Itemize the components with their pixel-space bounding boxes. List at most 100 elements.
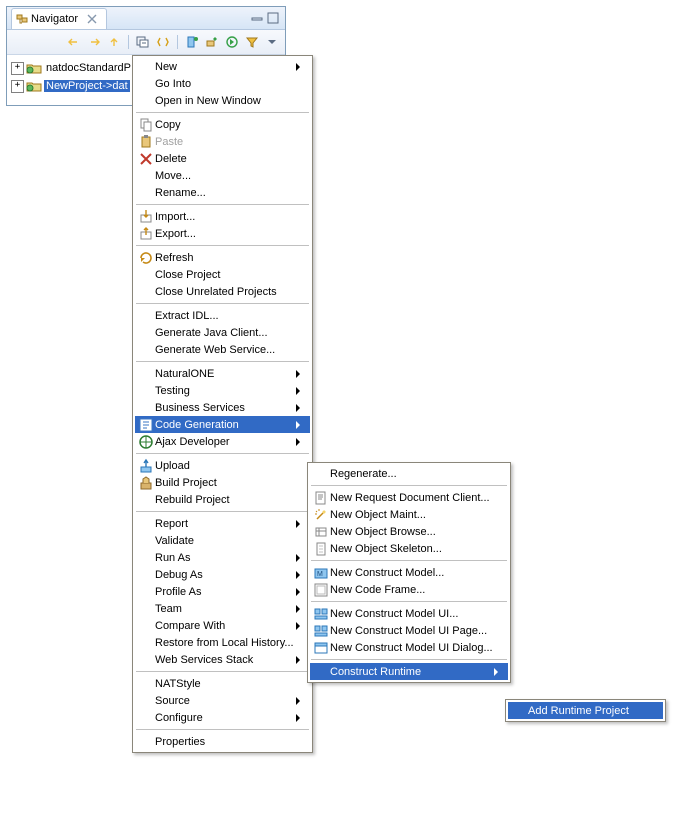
- menu-item-label: Extract IDL...: [155, 310, 292, 322]
- codegen-item-construct-runtime[interactable]: Construct Runtime: [310, 663, 508, 680]
- build-icon: [137, 475, 155, 491]
- menu-item-web-services-stack[interactable]: Web Services Stack: [135, 651, 310, 668]
- menu-item-export[interactable]: Export...: [135, 225, 310, 242]
- navigator-tab-icon: [15, 12, 31, 26]
- menu-item-label: Report: [155, 518, 292, 530]
- project-folder-icon: [26, 79, 42, 93]
- menu-item-profile-as[interactable]: Profile As: [135, 583, 310, 600]
- minimize-icon[interactable]: [249, 10, 265, 26]
- filter-icon[interactable]: [243, 33, 261, 51]
- menu-separator: [136, 511, 309, 512]
- blank-icon: [137, 342, 155, 358]
- menu-item-testing[interactable]: Testing: [135, 382, 310, 399]
- menu-item-label: New Construct Model UI Dialog...: [330, 642, 501, 654]
- menu-item-extract-idl[interactable]: Extract IDL...: [135, 307, 310, 324]
- menu-item-team[interactable]: Team: [135, 600, 310, 617]
- svg-text:M: M: [317, 571, 323, 578]
- menu-item-label: Paste: [155, 136, 292, 148]
- menu-item-label: NaturalONE: [155, 368, 292, 380]
- menu-separator: [311, 601, 507, 602]
- menu-item-natstyle[interactable]: NATStyle: [135, 675, 310, 692]
- blank-icon: [137, 308, 155, 324]
- menu-separator: [136, 671, 309, 672]
- menu-item-label: Build Project: [155, 477, 292, 489]
- menu-item-refresh[interactable]: Refresh: [135, 249, 310, 266]
- codegen-item-new-construct-model[interactable]: MNew Construct Model...: [310, 564, 508, 581]
- menu-item-label: Close Unrelated Projects: [155, 286, 292, 298]
- menu-item-properties[interactable]: Properties: [135, 733, 310, 750]
- codegen-item-new-construct-model-ui[interactable]: New Construct Model UI...: [310, 605, 508, 622]
- blank-icon: [137, 492, 155, 508]
- cmui-icon: [312, 623, 330, 639]
- menu-item-paste[interactable]: Paste: [135, 133, 310, 150]
- view-menu-icon[interactable]: [263, 33, 281, 51]
- menu-item-copy[interactable]: Copy: [135, 116, 310, 133]
- codegen-item-new-code-frame[interactable]: New Code Frame...: [310, 581, 508, 598]
- blank-icon: [510, 703, 528, 719]
- menu-item-business-services[interactable]: Business Services: [135, 399, 310, 416]
- menu-item-move[interactable]: Move...: [135, 167, 310, 184]
- menu-item-build-project[interactable]: Build Project: [135, 474, 310, 491]
- menu-item-label: New Object Browse...: [330, 526, 490, 538]
- paste-icon: [137, 134, 155, 150]
- menu-item-compare-with[interactable]: Compare With: [135, 617, 310, 634]
- expander-icon[interactable]: +: [11, 80, 24, 93]
- collapse-all-icon[interactable]: [134, 33, 152, 51]
- menu-item-report[interactable]: Report: [135, 515, 310, 532]
- menu-item-label: NATStyle: [155, 678, 292, 690]
- menu-item-delete[interactable]: Delete: [135, 150, 310, 167]
- menu-item-rename[interactable]: Rename...: [135, 184, 310, 201]
- runtime-item-add-runtime-project[interactable]: Add Runtime Project: [508, 702, 663, 719]
- menu-item-open-in-new-window[interactable]: Open in New Window: [135, 92, 310, 109]
- menu-item-label: Validate: [155, 535, 292, 547]
- menu-separator: [136, 303, 309, 304]
- forward-icon[interactable]: [85, 33, 103, 51]
- menu-item-code-generation[interactable]: Code Generation: [135, 416, 310, 433]
- menu-separator: [136, 204, 309, 205]
- codegen-item-regenerate[interactable]: Regenerate...: [310, 465, 508, 482]
- codegen-item-new-object-browse[interactable]: New Object Browse...: [310, 523, 508, 540]
- menu-item-close-unrelated-projects[interactable]: Close Unrelated Projects: [135, 283, 310, 300]
- menu-item-rebuild-project[interactable]: Rebuild Project: [135, 491, 310, 508]
- toolbar-icon-1[interactable]: [183, 33, 201, 51]
- menu-item-generate-java-client[interactable]: Generate Java Client...: [135, 324, 310, 341]
- codegen-item-new-object-skeleton[interactable]: New Object Skeleton...: [310, 540, 508, 557]
- toolbar-icon-2[interactable]: [203, 33, 221, 51]
- menu-item-label: Testing: [155, 385, 292, 397]
- menu-item-source[interactable]: Source: [135, 692, 310, 709]
- menu-item-run-as[interactable]: Run As: [135, 549, 310, 566]
- menu-item-debug-as[interactable]: Debug As: [135, 566, 310, 583]
- blank-icon: [137, 366, 155, 382]
- wiz2-icon: [312, 524, 330, 540]
- menu-item-naturalone[interactable]: NaturalONE: [135, 365, 310, 382]
- close-tab-icon[interactable]: [84, 11, 100, 27]
- up-icon[interactable]: [105, 33, 123, 51]
- blank-icon: [137, 601, 155, 617]
- menu-item-label: Run As: [155, 552, 292, 564]
- menu-item-go-into[interactable]: Go Into: [135, 75, 310, 92]
- expander-icon[interactable]: +: [11, 62, 24, 75]
- menu-item-configure[interactable]: Configure: [135, 709, 310, 726]
- blank-icon: [137, 550, 155, 566]
- codegen-item-new-request-document-client[interactable]: New Request Document Client...: [310, 489, 508, 506]
- toolbar-icon-3[interactable]: [223, 33, 241, 51]
- menu-item-close-project[interactable]: Close Project: [135, 266, 310, 283]
- blank-icon: [137, 59, 155, 75]
- ajax-icon: [137, 434, 155, 450]
- menu-item-ajax-developer[interactable]: Ajax Developer: [135, 433, 310, 450]
- back-icon[interactable]: [65, 33, 83, 51]
- navigator-toolbar: [7, 30, 285, 55]
- menu-item-new[interactable]: New: [135, 58, 310, 75]
- navigator-tab[interactable]: Navigator: [11, 8, 107, 29]
- menu-item-upload[interactable]: Upload: [135, 457, 310, 474]
- blank-icon: [137, 567, 155, 583]
- link-icon[interactable]: [154, 33, 172, 51]
- menu-item-import[interactable]: Import...: [135, 208, 310, 225]
- maximize-icon[interactable]: [265, 10, 281, 26]
- codegen-item-new-construct-model-ui-dialog[interactable]: New Construct Model UI Dialog...: [310, 639, 508, 656]
- menu-item-generate-web-service[interactable]: Generate Web Service...: [135, 341, 310, 358]
- menu-item-restore-from-local-history[interactable]: Restore from Local History...: [135, 634, 310, 651]
- menu-item-validate[interactable]: Validate: [135, 532, 310, 549]
- codegen-item-new-object-maint[interactable]: New Object Maint...: [310, 506, 508, 523]
- codegen-item-new-construct-model-ui-page[interactable]: New Construct Model UI Page...: [310, 622, 508, 639]
